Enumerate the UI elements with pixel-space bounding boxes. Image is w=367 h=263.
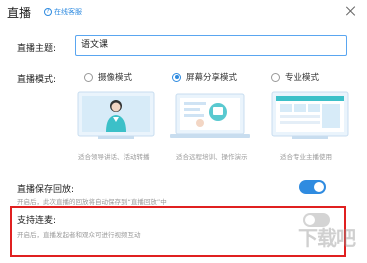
close-icon[interactable]: [346, 6, 356, 16]
mode-label-screen-share: 屏幕分享模式: [186, 73, 238, 83]
radio-circle-checked: [172, 72, 181, 82]
mode-label-camera: 摄像模式: [98, 73, 133, 83]
topic-input[interactable]: 语文课: [75, 35, 347, 56]
mode-label-professional: 专业模式: [285, 73, 320, 83]
co-host-label: 支持连麦:: [17, 216, 57, 226]
screen-share-illustration[interactable]: [162, 90, 258, 142]
professional-mode-caption: 适合专业主播使用: [280, 153, 332, 161]
radio-circle: [271, 72, 280, 82]
mode-radio-camera[interactable]: 摄像模式: [84, 71, 132, 83]
live-stream-dialog: 直播 ? 在线客服 直播主题: 语文课 直播模式: 摄像模式 屏幕分享模式 专业…: [0, 0, 367, 263]
mode-radio-screen-share[interactable]: 屏幕分享模式: [172, 71, 237, 83]
camera-mode-caption: 适合领导讲话、活动转播: [78, 153, 150, 161]
online-help-label: 在线客服: [54, 8, 82, 16]
mode-radio-professional[interactable]: 专业模式: [271, 71, 319, 83]
save-replay-label: 直播保存回放:: [17, 185, 75, 195]
co-host-description: 开启后，直播发起者和观众可进行视频互动: [17, 231, 141, 239]
title-bar: 直播 ? 在线客服: [0, 0, 367, 24]
screen-share-caption: 适合远程培训、操作演示: [176, 153, 248, 161]
professional-mode-illustration[interactable]: [262, 90, 358, 142]
radio-circle: [84, 72, 93, 82]
toggle-knob: [314, 182, 324, 192]
watermark-logo: 下载吧: [298, 226, 356, 250]
dialog-title: 直播: [7, 6, 32, 20]
save-replay-toggle[interactable]: [299, 180, 326, 194]
save-replay-description: 开启后，此次直播的回放将自动保存到“直播回放”中: [17, 198, 167, 206]
mode-label: 直播模式:: [17, 75, 57, 85]
camera-mode-illustration[interactable]: [68, 90, 164, 142]
help-icon: ?: [44, 8, 52, 16]
online-help-link[interactable]: ? 在线客服: [44, 7, 82, 17]
topic-label: 直播主题:: [17, 44, 57, 54]
